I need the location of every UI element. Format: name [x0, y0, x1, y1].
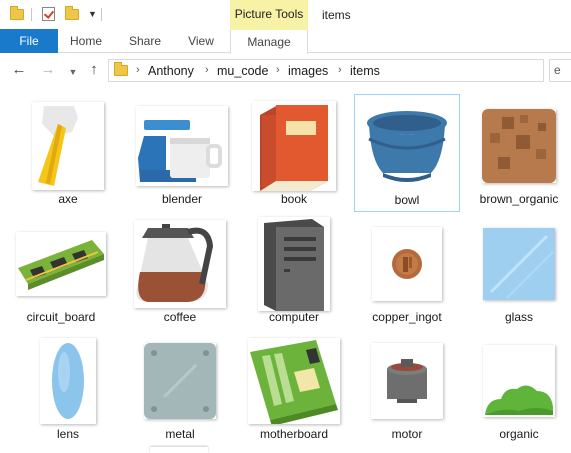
address-folder-icon	[114, 62, 128, 76]
address-bar[interactable]: › Anthony › mu_code › images › items	[108, 59, 544, 82]
brown-organic-thumbnail	[473, 100, 565, 192]
glass-thumbnail	[473, 218, 565, 310]
file-grid: axe blender book bowl brown_organic circ…	[0, 88, 571, 453]
file-name: axe	[58, 192, 78, 206]
file-name: coffee	[163, 310, 197, 324]
up-arrow-icon[interactable]: ↑	[85, 62, 103, 78]
file-item-computer[interactable]: computer	[241, 212, 347, 330]
metal-thumbnail	[134, 335, 226, 427]
customize-dropdown-icon[interactable]: ▼	[88, 9, 97, 19]
file-name: circuit_board	[26, 310, 96, 324]
file-name: bowl	[394, 193, 420, 207]
file-name: blender	[161, 192, 203, 206]
breadcrumb-separator[interactable]: ›	[205, 64, 209, 76]
file-name: motor	[391, 427, 423, 441]
tab-view[interactable]: View	[180, 29, 222, 53]
ribbon-tabs: File Home Share View Manage	[0, 29, 571, 54]
copper-ingot-thumbnail	[361, 218, 453, 310]
breadcrumb-items[interactable]: items	[350, 64, 380, 78]
tab-file[interactable]: File	[0, 29, 58, 53]
properties-check-icon[interactable]	[42, 6, 58, 22]
file-item-glass[interactable]: glass	[466, 212, 571, 330]
breadcrumb-anthony[interactable]: Anthony	[148, 64, 194, 78]
new-folder-icon[interactable]	[65, 6, 81, 22]
file-name: metal	[165, 427, 195, 441]
motherboard-thumbnail	[248, 335, 340, 427]
file-item-lens[interactable]: lens	[15, 329, 121, 447]
file-item-coffee[interactable]: coffee	[127, 212, 233, 330]
search-box[interactable]: e	[549, 59, 571, 82]
title-bar: ▼ Picture Tools items	[0, 0, 571, 29]
file-name: lens	[56, 427, 79, 441]
tab-home[interactable]: Home	[64, 29, 108, 53]
file-item-brown-organic[interactable]: brown_organic	[466, 94, 571, 212]
file-name: brown_organic	[479, 192, 559, 206]
breadcrumb-mu-code[interactable]: mu_code	[217, 64, 268, 78]
motor-thumbnail	[361, 335, 453, 427]
forward-arrow-icon[interactable]: →	[39, 62, 57, 78]
file-item-book[interactable]: book	[241, 94, 347, 212]
file-name: motherboard	[259, 427, 329, 441]
file-name: organic	[499, 427, 539, 441]
contextual-tab-accent	[230, 28, 308, 30]
tab-share[interactable]: Share	[124, 29, 166, 53]
quick-access-separator	[31, 8, 32, 21]
breadcrumb-separator[interactable]: ›	[136, 64, 140, 76]
window-title: items	[322, 8, 351, 22]
file-item-motor[interactable]: motor	[354, 329, 460, 447]
blender-thumbnail	[136, 100, 228, 192]
breadcrumb-separator[interactable]: ›	[338, 64, 342, 76]
folder-icon[interactable]	[10, 6, 26, 22]
computer-thumbnail	[248, 217, 340, 311]
file-item-metal[interactable]: metal	[127, 329, 233, 447]
circuit-board-thumbnail	[15, 218, 107, 310]
file-item-bowl[interactable]: bowl	[354, 94, 460, 212]
coffee-thumbnail	[134, 218, 226, 310]
tab-manage[interactable]: Manage	[230, 29, 308, 54]
breadcrumb-images[interactable]: images	[288, 64, 328, 78]
lens-thumbnail	[22, 335, 114, 427]
recent-locations-chevron-icon[interactable]: ▼	[64, 64, 82, 80]
navigation-bar: ← → ▼ ↑ › Anthony › mu_code › images › i…	[0, 54, 571, 88]
file-item-axe[interactable]: axe	[15, 94, 121, 212]
axe-thumbnail	[22, 100, 114, 192]
file-item-blender[interactable]: blender	[129, 94, 235, 212]
file-name: book	[280, 192, 308, 206]
breadcrumb-separator[interactable]: ›	[276, 64, 280, 76]
file-name: glass	[504, 310, 533, 324]
book-thumbnail	[248, 100, 340, 192]
file-item-circuit-board[interactable]: circuit_board	[8, 212, 114, 330]
file-item-motherboard[interactable]: motherboard	[241, 329, 347, 447]
file-item-organic[interactable]: organic	[466, 329, 571, 447]
organic-thumbnail	[473, 335, 565, 427]
next-row-thumbnail-edge	[150, 447, 208, 453]
picture-tools-label: Picture Tools	[230, 0, 308, 29]
file-name: computer	[268, 310, 320, 324]
back-arrow-icon[interactable]: ←	[10, 62, 28, 78]
file-name: copper_ingot	[372, 310, 442, 324]
bowl-thumbnail	[361, 101, 453, 193]
file-item-copper-ingot[interactable]: copper_ingot	[354, 212, 460, 330]
quick-access-separator	[101, 8, 102, 21]
